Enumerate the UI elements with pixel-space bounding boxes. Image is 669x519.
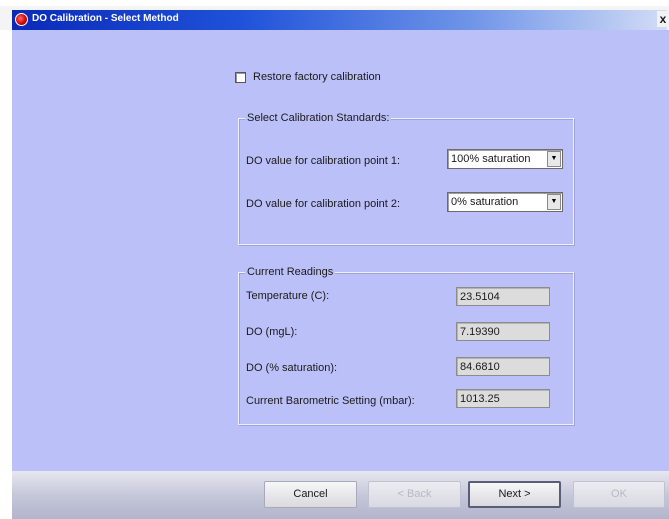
barometric-value: 1013.25 [460, 393, 500, 405]
do-mgl-value: 7.19390 [460, 326, 500, 338]
button-bar: Cancel < Back Next > OK [12, 471, 669, 519]
window-title: DO Calibration - Select Method [32, 13, 179, 24]
calibration-standards-group: Select Calibration Standards: DO value f… [238, 111, 574, 245]
restore-factory-checkbox[interactable] [235, 71, 246, 83]
do-mgl-label: DO (mgL): [246, 326, 298, 338]
point2-label: DO value for calibration point 2: [246, 198, 401, 210]
chevron-down-icon[interactable]: ▼ [547, 194, 561, 210]
current-readings-group: Current Readings Temperature (C): 23.510… [238, 265, 574, 425]
chevron-down-icon[interactable]: ▼ [547, 151, 561, 167]
calibration-standards-title: Select Calibration Standards: [245, 111, 392, 125]
temperature-value-field: 23.5104 [456, 287, 550, 306]
do-saturation-value: 84.6810 [460, 361, 500, 373]
point2-value: 0% saturation [451, 196, 519, 208]
title-bar: DO Calibration - Select Method x [0, 0, 669, 30]
cancel-button[interactable]: Cancel [264, 481, 357, 508]
close-icon[interactable]: x [657, 11, 669, 27]
point1-select[interactable]: 100% saturation ▼ [447, 149, 563, 169]
temperature-value: 23.5104 [460, 291, 500, 303]
app-icon[interactable] [15, 13, 28, 26]
restore-factory-option[interactable]: Restore factory calibration [235, 69, 381, 85]
calibration-window: DO Calibration - Select Method x Restore… [0, 0, 669, 519]
temperature-label: Temperature (C): [246, 290, 330, 302]
barometric-value-field: 1013.25 [456, 389, 550, 408]
dialog-body: Restore factory calibration Select Calib… [12, 30, 669, 471]
point2-select[interactable]: 0% saturation ▼ [447, 192, 563, 212]
do-mgl-value-field: 7.19390 [456, 322, 550, 341]
ok-button[interactable]: OK [573, 481, 665, 508]
restore-factory-label[interactable]: Restore factory calibration [253, 71, 381, 83]
do-saturation-value-field: 84.6810 [456, 357, 550, 376]
point1-label: DO value for calibration point 1: [246, 155, 401, 167]
point1-value: 100% saturation [451, 153, 531, 165]
current-readings-title: Current Readings [245, 265, 336, 279]
barometric-label: Current Barometric Setting (mbar): [246, 395, 415, 407]
back-button[interactable]: < Back [368, 481, 461, 508]
title-bar-caption: DO Calibration - Select Method x [12, 10, 669, 30]
next-button[interactable]: Next > [468, 481, 561, 508]
do-saturation-label: DO (% saturation): [246, 362, 338, 374]
